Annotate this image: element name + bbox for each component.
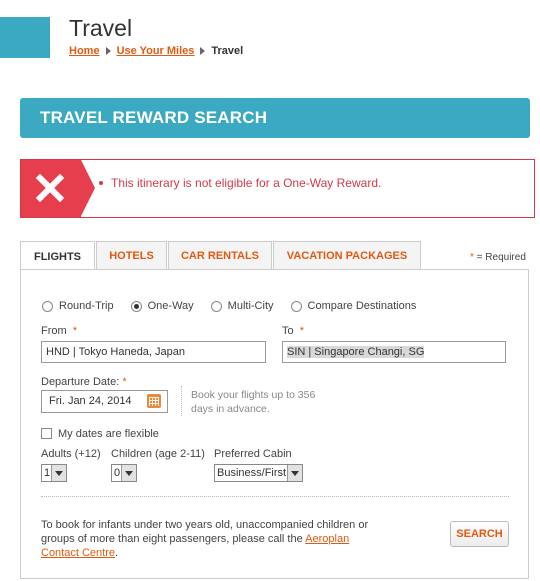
to-label-text: To [282,325,294,337]
flexible-dates-label: My dates are flexible [58,428,159,440]
radio-label: One-Way [147,300,194,312]
infant-booking-info: To book for infants under two years old,… [41,518,371,560]
required-note: * = Required [470,252,526,263]
section-header: TRAVEL REWARD SEARCH [20,98,530,138]
children-value: 0 [114,467,121,479]
radio-multi-city[interactable]: Multi-City [210,300,274,312]
tab-car-rentals[interactable]: CAR RENTALS [168,241,272,270]
radio-button[interactable] [210,300,222,312]
breadcrumb-current: Travel [211,45,244,57]
children-label: Children (age 2-11) [111,448,205,460]
error-icon-panel [21,160,95,217]
trip-type-group: Round-Trip One-Way Multi-City Compare De… [42,300,433,312]
adults-label: Adults (+12) [41,448,101,460]
page-title: Travel [69,15,133,41]
radio-button-checked[interactable] [130,300,142,312]
breadcrumb-home-link[interactable]: Home [69,45,100,57]
breadcrumb-arrow-icon [105,47,111,55]
required-star: * [122,376,127,388]
children-select[interactable]: 0 [111,464,137,482]
radio-round-trip[interactable]: Round-Trip [42,300,114,312]
required-text: = Required [473,252,526,263]
departure-label: Departure Date: * [41,376,127,388]
cabin-select[interactable]: Business/First [214,464,303,482]
hint-divider [181,386,183,416]
close-icon [35,173,65,203]
cabin-value: Business/First [217,467,287,479]
chevron-down-icon [287,465,302,481]
chevron-down-icon [121,465,136,481]
adults-value: 1 [44,467,51,479]
breadcrumb: Home Use Your Miles Travel [69,45,243,57]
error-list: This itinerary is not eligible for a One… [99,176,381,190]
booking-hint: Book your flights up to 356 days in adva… [191,389,316,415]
departure-label-text: Departure Date: [41,376,120,388]
to-label: To * [282,325,304,337]
tab-bar: FLIGHTS HOTELS CAR RENTALS VACATION PACK… [20,241,422,271]
radio-compare-destinations[interactable]: Compare Destinations [290,300,417,312]
breadcrumb-arrow-icon [200,47,206,55]
from-label: From * [41,325,77,337]
adults-select[interactable]: 1 [41,464,67,482]
info-end: . [114,547,119,559]
chevron-down-icon [51,465,66,481]
tab-vacation-packages[interactable]: VACATION PACKAGES [273,241,421,270]
form-divider [41,496,509,497]
required-star: * [299,325,305,337]
from-field[interactable]: HND | Tokyo Haneda, Japan [41,341,266,363]
tab-flights[interactable]: FLIGHTS [20,241,95,271]
radio-one-way[interactable]: One-Way [130,300,194,312]
radio-label: Round-Trip [59,300,114,312]
bullet-icon [99,181,103,185]
breadcrumb-use-miles-link[interactable]: Use Your Miles [117,45,195,57]
calendar-icon[interactable] [147,394,161,408]
error-text: This itinerary is not eligible for a One… [111,176,382,190]
tab-hotels[interactable]: HOTELS [96,241,167,270]
radio-label: Compare Destinations [307,300,417,312]
error-message-box: This itinerary is not eligible for a One… [20,159,535,218]
radio-button[interactable] [42,300,53,312]
flexible-dates-checkbox[interactable] [41,428,52,439]
from-label-text: From [41,325,67,337]
required-star: * [72,325,78,337]
cabin-label: Preferred Cabin [214,448,292,460]
search-button[interactable]: SEARCH [450,521,509,547]
to-field[interactable]: SIN | Singapore Changi, SG [282,341,506,363]
to-field-value: SIN | Singapore Changi, SG [287,346,425,358]
brand-block [0,17,50,58]
radio-label: Multi-City [227,300,274,312]
radio-button[interactable] [290,300,302,312]
